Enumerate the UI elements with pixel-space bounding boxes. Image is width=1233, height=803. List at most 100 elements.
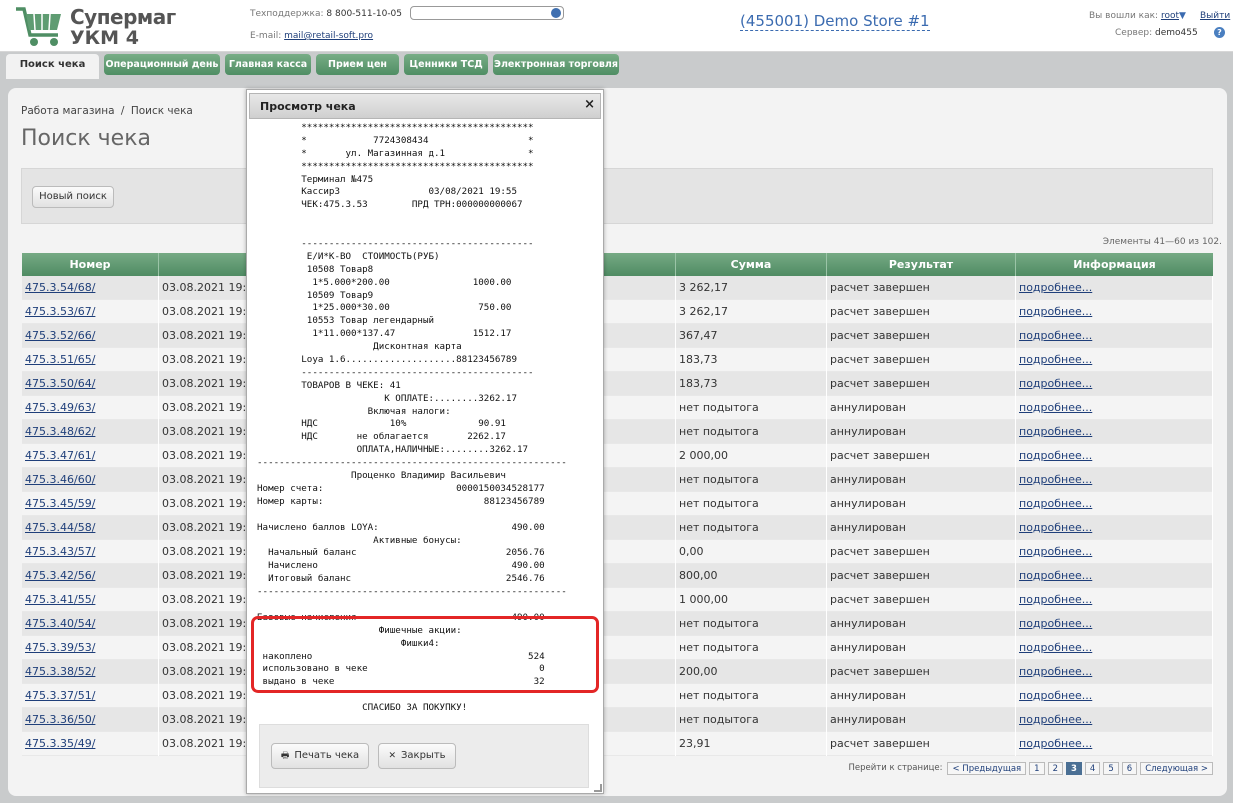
cell-number-text[interactable]: 475.3.40/54/ [25, 617, 95, 630]
store-selector[interactable]: (455001) Demo Store #1 [740, 13, 930, 31]
tab-price-receive[interactable]: Прием цен [316, 54, 399, 75]
col-number[interactable]: Номер [22, 253, 159, 276]
pager-page-2[interactable]: 2 [1047, 761, 1063, 775]
cell-info[interactable]: подробнее... [1016, 348, 1213, 372]
table-row[interactable]: 475.3.45/59/03.08.2021 19:46 нет подытога… [22, 492, 1213, 516]
cell-number-text[interactable]: 475.3.50/64/ [25, 377, 95, 390]
cell-info[interactable]: подробнее... [1016, 540, 1213, 564]
cell-number[interactable]: 475.3.39/53/ [22, 636, 159, 660]
close-icon[interactable]: × [584, 97, 595, 112]
cell-number[interactable]: 475.3.51/65/ [22, 348, 159, 372]
pager-page-4[interactable]: 4 [1084, 761, 1101, 775]
cell-number-text[interactable]: 475.3.43/57/ [25, 545, 95, 558]
cell-number[interactable]: 475.3.41/55/ [22, 588, 159, 612]
tab-receipt-search[interactable]: Поиск чека [6, 54, 99, 79]
email-link[interactable]: mail@retail-soft.pro [284, 31, 373, 41]
pager-prev[interactable]: < Предыдущая [947, 761, 1027, 775]
cell-info[interactable]: подробнее... [1016, 684, 1213, 708]
cell-number-text[interactable]: 475.3.39/53/ [25, 641, 95, 654]
table-row[interactable]: 475.3.49/63/03.08.2021 19:51 нет подытога… [22, 396, 1213, 420]
chevron-down-icon[interactable]: ▼ [1179, 11, 1186, 21]
cell-info-text[interactable]: подробнее... [1019, 713, 1092, 726]
cell-info-text[interactable]: подробнее... [1019, 689, 1092, 702]
cell-info[interactable]: подробнее... [1016, 276, 1213, 300]
search-icon[interactable] [551, 8, 561, 18]
table-row[interactable]: 475.3.47/61/03.08.2021 19:48 2 000,00 расч… [22, 444, 1213, 468]
search-input[interactable] [410, 6, 564, 20]
user-menu[interactable]: root [1161, 11, 1179, 21]
cell-number[interactable]: 475.3.54/68/ [22, 276, 159, 300]
cell-info-text[interactable]: подробнее... [1019, 593, 1092, 606]
cell-info[interactable]: подробнее... [1016, 564, 1213, 588]
cell-number[interactable]: 475.3.44/58/ [22, 516, 159, 540]
cell-info[interactable]: подробнее... [1016, 492, 1213, 516]
table-row[interactable]: 475.3.46/60/03.08.2021 19:46 нет подытога… [22, 468, 1213, 492]
cell-number[interactable]: 475.3.43/57/ [22, 540, 159, 564]
col-sum[interactable]: Сумма [676, 253, 827, 276]
cell-number-text[interactable]: 475.3.42/56/ [25, 569, 95, 582]
table-row[interactable]: 475.3.40/54/03.08.2021 19:40 нет подытога… [22, 612, 1213, 636]
tab-price-tags[interactable]: Ценники ТСД [404, 54, 488, 75]
cell-info[interactable]: подробнее... [1016, 468, 1213, 492]
cell-number[interactable]: 475.3.35/49/ [22, 732, 159, 756]
cell-info[interactable]: подробнее... [1016, 660, 1213, 684]
cell-info-text[interactable]: подробнее... [1019, 281, 1092, 294]
logo[interactable]: Супермаг УКМ 4 [14, 3, 176, 49]
cell-info-text[interactable]: подробнее... [1019, 497, 1092, 510]
cell-info-text[interactable]: подробнее... [1019, 449, 1092, 462]
pager-next[interactable]: Следующая > [1140, 761, 1213, 775]
tab-operating-day[interactable]: Операционный день [104, 54, 220, 75]
resize-handle[interactable] [594, 784, 602, 792]
tab-main-cash[interactable]: Главная касса [225, 54, 311, 75]
table-row[interactable]: 475.3.36/50/03.08.2021 19:34 нет подытога… [22, 708, 1213, 732]
cell-info[interactable]: подробнее... [1016, 708, 1213, 732]
cell-number[interactable]: 475.3.50/64/ [22, 372, 159, 396]
cell-number[interactable]: 475.3.36/50/ [22, 708, 159, 732]
cell-number-text[interactable]: 475.3.52/66/ [25, 329, 95, 342]
cell-info-text[interactable]: подробнее... [1019, 401, 1092, 414]
cell-info[interactable]: подробнее... [1016, 372, 1213, 396]
cell-info-text[interactable]: подробнее... [1019, 737, 1092, 750]
table-row[interactable]: 475.3.38/52/03.08.2021 19:38 200,00 расчет… [22, 660, 1213, 684]
cell-number[interactable]: 475.3.42/56/ [22, 564, 159, 588]
cell-number[interactable]: 475.3.53/67/ [22, 300, 159, 324]
cell-info[interactable]: подробнее... [1016, 300, 1213, 324]
cell-info-text[interactable]: подробнее... [1019, 569, 1092, 582]
cell-number[interactable]: 475.3.46/60/ [22, 468, 159, 492]
cell-info[interactable]: подробнее... [1016, 324, 1213, 348]
cell-number[interactable]: 475.3.37/51/ [22, 684, 159, 708]
cell-number-text[interactable]: 475.3.45/59/ [25, 497, 95, 510]
table-row[interactable]: 475.3.37/51/03.08.2021 19:36 нет подытога… [22, 684, 1213, 708]
cell-info-text[interactable]: подробнее... [1019, 329, 1092, 342]
cell-number-text[interactable]: 475.3.36/50/ [25, 713, 95, 726]
cell-number[interactable]: 475.3.40/54/ [22, 612, 159, 636]
table-row[interactable]: 475.3.53/67/03.08.2021 19:55 3 262,17 расч… [22, 300, 1213, 324]
help-icon[interactable]: ? [1214, 27, 1225, 38]
cell-info[interactable]: подробнее... [1016, 636, 1213, 660]
table-row[interactable]: 475.3.50/64/03.08.2021 19:52 183,73 расчет… [22, 372, 1213, 396]
cell-number[interactable]: 475.3.47/61/ [22, 444, 159, 468]
col-info[interactable]: Информация [1016, 253, 1213, 276]
table-row[interactable]: 475.3.41/55/03.08.2021 19:41 1 000,00 расч… [22, 588, 1213, 612]
cell-number-text[interactable]: 475.3.37/51/ [25, 689, 95, 702]
new-search-button[interactable]: Новый поиск [32, 186, 114, 208]
table-row[interactable]: 475.3.44/58/03.08.2021 19:45 нет подытога… [22, 516, 1213, 540]
table-row[interactable]: 475.3.43/57/03.08.2021 19:44 0,00 расчет з… [22, 540, 1213, 564]
table-row[interactable]: 475.3.52/66/03.08.2021 19:55 367,47 расчет… [22, 324, 1213, 348]
table-row[interactable]: 475.3.42/56/03.08.2021 19:42 800,00 расчет… [22, 564, 1213, 588]
table-row[interactable]: 475.3.35/49/03.08.2021 19:32 23,91 расчет … [22, 732, 1213, 756]
cell-info-text[interactable]: подробнее... [1019, 641, 1092, 654]
pager-page-3[interactable]: 3 [1066, 761, 1082, 775]
cell-info[interactable]: подробнее... [1016, 396, 1213, 420]
cell-info-text[interactable]: подробнее... [1019, 617, 1092, 630]
cell-number[interactable]: 475.3.52/66/ [22, 324, 159, 348]
cell-info-text[interactable]: подробнее... [1019, 377, 1092, 390]
cell-number-text[interactable]: 475.3.38/52/ [25, 665, 95, 678]
cell-info-text[interactable]: подробнее... [1019, 353, 1092, 366]
cell-info-text[interactable]: подробнее... [1019, 425, 1092, 438]
cell-number[interactable]: 475.3.48/62/ [22, 420, 159, 444]
table-row[interactable]: 475.3.51/65/03.08.2021 19:53 183,73 расчет… [22, 348, 1213, 372]
cell-number-text[interactable]: 475.3.44/58/ [25, 521, 95, 534]
cell-info[interactable]: подробнее... [1016, 612, 1213, 636]
cell-number-text[interactable]: 475.3.48/62/ [25, 425, 95, 438]
